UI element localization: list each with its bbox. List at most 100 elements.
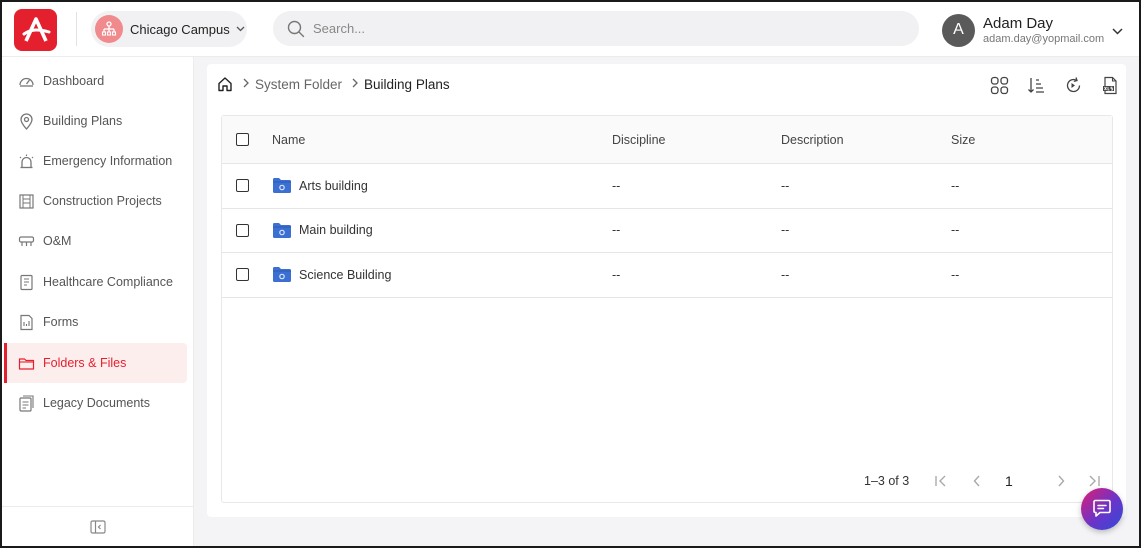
sidebar-footer [2,506,194,546]
column-header-discipline[interactable]: Discipline [612,116,666,163]
sidebar-item-healthcare-compliance[interactable]: Healthcare Compliance [4,262,187,302]
column-header-name[interactable]: Name [272,116,305,163]
row-size: -- [951,223,960,238]
folder-icon [273,222,291,238]
top-header: Chicago Campus A Adam Day adam.day@yopma… [2,2,1139,57]
chevron-right-icon [352,77,358,91]
campus-selector[interactable]: Chicago Campus [91,11,247,47]
page-number-field [1005,466,1025,496]
page-number-input[interactable] [1005,473,1025,489]
previous-page-button[interactable] [973,466,981,496]
row-discipline: -- [612,223,621,238]
row-name: Main building [299,223,373,238]
sidebar-item-folders-files[interactable]: Folders & Files [4,343,187,383]
documents-icon [19,394,34,412]
sidebar-item-label: Dashboard [43,74,105,88]
search-icon [287,20,305,37]
row-name-cell[interactable]: Arts building [272,164,368,208]
row-name: Arts building [299,178,368,193]
export-xls-button[interactable] [1098,74,1123,96]
row-checkbox[interactable] [236,268,249,282]
row-checkbox[interactable] [236,179,249,193]
row-name-cell[interactable]: Main building [272,209,373,253]
logo-a-icon [22,17,50,42]
last-page-icon [1089,475,1100,487]
user-email: adam.day@yopmail.com [983,32,1105,45]
refresh-icon [1066,76,1081,92]
chat-support-button[interactable] [1081,488,1123,530]
grid-view-icon [990,76,1009,94]
sidebar-item-label: Forms [43,315,79,329]
chat-icon [1093,499,1111,517]
row-discipline: -- [612,267,621,282]
collapse-sidebar-icon[interactable] [90,519,106,534]
maintenance-icon [18,235,35,246]
sidebar-item-forms[interactable]: Forms [4,302,187,342]
search-input[interactable] [313,21,873,36]
folder-icon [273,178,291,194]
select-all-cell [236,116,249,163]
notebook-icon [20,274,33,290]
sidebar-item-label: Emergency Information [43,154,173,168]
row-description: -- [781,178,790,193]
folder-icon [273,267,291,283]
grid-view-button[interactable] [987,74,1012,96]
search-bar [273,11,919,46]
breadcrumb: System Folder Building Plans [217,76,450,92]
row-description: -- [781,223,790,238]
row-name: Science Building [299,267,392,282]
sidebar-item-construction-projects[interactable]: Construction Projects [4,181,187,221]
chevron-right-icon [243,77,249,91]
folder-icon [18,357,35,370]
header-divider [76,12,77,46]
user-name: Adam Day [983,14,1054,32]
app-logo[interactable] [14,9,57,51]
column-header-description[interactable]: Description [781,116,844,163]
sort-button[interactable] [1024,74,1049,96]
sidebar-item-label: Healthcare Compliance [43,275,173,289]
sidebar-item-building-plans[interactable]: Building Plans [4,101,187,141]
sidebar-item-emergency-information[interactable]: Emergency Information [4,141,187,181]
main-card: System Folder Building Plans Name Discip… [207,64,1126,517]
row-discipline: -- [612,178,621,193]
breadcrumb-item-system-folder[interactable]: System Folder [255,77,342,92]
chevron-right-icon [1058,475,1065,487]
campus-network-icon [95,15,123,43]
first-page-icon [935,475,946,487]
pagination: 1–3 of 3 [222,466,1112,496]
pagination-range: 1–3 of 3 [864,474,910,488]
xls-file-icon [1103,76,1117,94]
breadcrumb-item-building-plans: Building Plans [364,76,450,92]
files-table: Name Discipline Description Size Arts bu… [221,115,1113,503]
chevron-down-icon [236,24,245,35]
map-pin-icon [20,112,33,130]
campus-name: Chicago Campus [130,21,230,37]
toolbar [987,74,1123,96]
speedometer-icon [19,77,34,87]
column-header-size[interactable]: Size [951,116,975,163]
row-name-cell[interactable]: Science Building [272,253,391,297]
row-description: -- [781,267,790,282]
table-row[interactable]: Science Building -- -- -- [222,253,1112,298]
first-page-button[interactable] [934,466,948,496]
refresh-button[interactable] [1061,74,1086,96]
chevron-left-icon [973,475,980,487]
sidebar-item-label: O&M [43,234,72,248]
table-row[interactable]: Main building -- -- -- [222,209,1112,253]
sidebar-item-legacy-documents[interactable]: Legacy Documents [4,383,187,423]
sidebar-item-label: Legacy Documents [43,396,151,410]
home-icon[interactable] [217,76,233,92]
next-page-button[interactable] [1057,466,1065,496]
user-menu[interactable]: A Adam Day adam.day@yopmail.com [942,10,1132,50]
alarm-light-icon [19,154,34,168]
sidebar-item-om[interactable]: O&M [4,221,187,261]
sidebar-item-dashboard[interactable]: Dashboard [4,61,187,101]
table-row[interactable]: Arts building -- -- -- [222,164,1112,209]
sidebar: Dashboard Building Plans Emergency Infor… [2,57,194,546]
form-document-icon [20,314,33,330]
sidebar-item-label: Construction Projects [43,194,162,208]
table-header: Name Discipline Description Size [222,116,1112,164]
select-all-checkbox[interactable] [236,133,249,146]
sidebar-item-label: Building Plans [43,114,123,128]
row-checkbox[interactable] [236,223,249,237]
